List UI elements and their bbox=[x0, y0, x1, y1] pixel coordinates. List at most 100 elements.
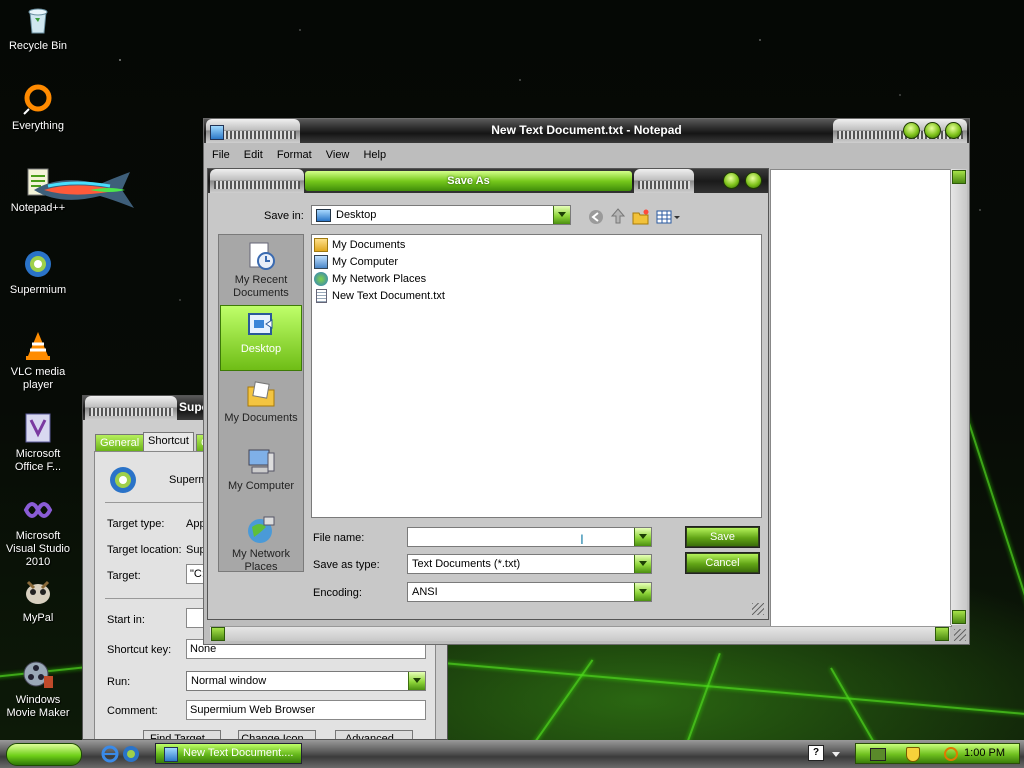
desktop-icon-visual-studio[interactable]: Microsoft Visual Studio 2010 bbox=[0, 494, 76, 569]
start-button[interactable] bbox=[6, 743, 82, 766]
tab-shortcut[interactable]: Shortcut bbox=[143, 432, 194, 451]
network-globe-icon bbox=[246, 515, 276, 545]
save-in-value: Desktop bbox=[336, 209, 377, 221]
close-button[interactable] bbox=[945, 122, 962, 139]
advanced-button[interactable]: Advanced... bbox=[335, 730, 413, 739]
run-value: Normal window bbox=[191, 675, 267, 687]
minimize-button[interactable] bbox=[903, 122, 920, 139]
desktop-icon-supermium[interactable]: Supermium bbox=[0, 248, 76, 297]
desktop-icon bbox=[246, 310, 276, 340]
folder-icon bbox=[314, 238, 328, 252]
desktop-icon-recycle-bin[interactable]: Recycle Bin bbox=[0, 4, 76, 53]
place-recent-documents[interactable]: My Recent Documents bbox=[220, 237, 302, 299]
comment-input[interactable]: Supermium Web Browser bbox=[186, 700, 426, 720]
menu-bar: File Edit Format View Help bbox=[212, 149, 397, 161]
save-in-select[interactable]: Desktop bbox=[311, 205, 571, 225]
security-shield-icon[interactable] bbox=[906, 747, 920, 762]
film-reel-icon bbox=[22, 658, 54, 690]
clock[interactable]: 1:00 PM bbox=[964, 744, 1005, 763]
notepad-text-area[interactable] bbox=[770, 169, 952, 627]
save-button[interactable]: Save bbox=[685, 526, 760, 548]
scroll-right-button[interactable] bbox=[935, 627, 949, 641]
desktop-icon-label: Recycle Bin bbox=[8, 40, 68, 52]
new-folder-icon[interactable] bbox=[632, 209, 650, 228]
run-label: Run: bbox=[107, 676, 131, 688]
resize-grip-icon[interactable] bbox=[954, 629, 966, 641]
desktop-icon-vlc[interactable]: VLC media player bbox=[0, 330, 76, 392]
recycle-bin-icon bbox=[22, 4, 54, 36]
save-as-type-value: Text Documents (*.txt) bbox=[412, 558, 521, 570]
file-name-input[interactable]: I bbox=[407, 527, 652, 547]
desktop-icon-ms-office[interactable]: Microsoft Office F... bbox=[0, 412, 76, 474]
chevron-down-icon[interactable] bbox=[634, 555, 651, 573]
cancel-button[interactable]: Cancel bbox=[685, 552, 760, 574]
internet-explorer-icon[interactable] bbox=[101, 745, 119, 766]
resize-grip-icon[interactable] bbox=[752, 603, 764, 615]
chevron-down-icon[interactable] bbox=[634, 528, 651, 546]
desktop-icon-label: Windows Movie Maker bbox=[6, 694, 70, 719]
desktop-icon-mypal[interactable]: MyPal bbox=[0, 576, 76, 625]
notepad-task-icon bbox=[164, 747, 178, 762]
save-as-dialog[interactable]: Save As Save in: Desktop My Recent Docum… bbox=[207, 168, 769, 620]
up-folder-icon[interactable] bbox=[610, 207, 626, 228]
place-my-documents[interactable]: My Documents bbox=[220, 375, 302, 439]
scroll-down-button[interactable] bbox=[952, 610, 966, 624]
maximize-button[interactable] bbox=[924, 122, 941, 139]
fish-icon bbox=[30, 168, 140, 215]
horizontal-scrollbar[interactable] bbox=[210, 626, 950, 641]
help-tray-icon[interactable]: ? bbox=[808, 745, 824, 761]
chevron-down-icon[interactable] bbox=[553, 206, 570, 224]
scroll-up-button[interactable] bbox=[952, 170, 966, 184]
tab-general[interactable]: General bbox=[95, 434, 145, 451]
shortcut-key-label: Shortcut key: bbox=[107, 644, 172, 656]
save-as-type-select[interactable]: Text Documents (*.txt) bbox=[407, 554, 652, 574]
back-icon[interactable] bbox=[588, 209, 604, 228]
tray-expand-icon[interactable] bbox=[832, 752, 840, 757]
place-my-computer[interactable]: My Computer bbox=[220, 443, 302, 507]
menu-format[interactable]: Format bbox=[277, 149, 312, 161]
view-menu-icon[interactable] bbox=[656, 209, 680, 228]
grid-line bbox=[830, 667, 892, 740]
list-item-my-network-places[interactable]: My Network Places bbox=[314, 271, 426, 287]
vertical-scrollbar[interactable] bbox=[950, 169, 967, 625]
run-select[interactable]: Normal window bbox=[186, 671, 426, 691]
menu-help[interactable]: Help bbox=[363, 149, 386, 161]
taskbar-item-notepad[interactable]: New Text Document.... bbox=[155, 743, 302, 764]
taskbar-item-label: New Text Document.... bbox=[183, 747, 294, 759]
start-in-label: Start in: bbox=[107, 614, 145, 626]
place-desktop[interactable]: Desktop bbox=[220, 305, 302, 371]
network-tray-icon[interactable] bbox=[870, 748, 886, 761]
desktop-icon-label: VLC media player bbox=[10, 366, 66, 391]
chevron-down-icon[interactable] bbox=[634, 583, 651, 601]
find-target-button[interactable]: Find Target... bbox=[143, 730, 221, 739]
desktop-icon-movie-maker[interactable]: Windows Movie Maker bbox=[0, 658, 76, 720]
mypal-icon bbox=[22, 576, 54, 608]
my-computer-icon bbox=[246, 447, 276, 477]
desktop-icon-label: Microsoft Office F... bbox=[14, 448, 62, 473]
scroll-left-button[interactable] bbox=[211, 627, 225, 641]
save-as-type-label: Save as type: bbox=[313, 559, 380, 571]
list-item-my-documents[interactable]: My Documents bbox=[314, 237, 405, 253]
chevron-down-icon[interactable] bbox=[408, 672, 425, 690]
file-name-label: File name: bbox=[313, 532, 365, 544]
close-button[interactable] bbox=[745, 172, 762, 189]
everything-icon bbox=[22, 84, 54, 116]
menu-file[interactable]: File bbox=[212, 149, 230, 161]
place-label: My Recent Documents bbox=[233, 274, 289, 299]
list-item-my-computer[interactable]: My Computer bbox=[314, 254, 398, 270]
show-desktop-icon[interactable] bbox=[122, 745, 140, 766]
place-my-network-places[interactable]: My Network Places bbox=[220, 511, 302, 573]
text-file-icon bbox=[316, 289, 327, 303]
target-label: Target: bbox=[107, 570, 141, 582]
help-button[interactable] bbox=[723, 172, 740, 189]
places-bar: My Recent Documents Desktop My Documents… bbox=[218, 234, 304, 573]
list-item-new-text-document[interactable]: New Text Document.txt bbox=[314, 288, 445, 304]
file-list[interactable]: My Documents My Computer My Network Plac… bbox=[311, 234, 762, 518]
desktop-icon-everything[interactable]: Everything bbox=[0, 84, 76, 133]
menu-view[interactable]: View bbox=[326, 149, 350, 161]
search-tray-icon[interactable] bbox=[944, 747, 958, 761]
change-icon-button[interactable]: Change Icon... bbox=[238, 730, 316, 739]
save-in-label: Save in: bbox=[264, 210, 304, 222]
encoding-select[interactable]: ANSI bbox=[407, 582, 652, 602]
menu-edit[interactable]: Edit bbox=[244, 149, 263, 161]
